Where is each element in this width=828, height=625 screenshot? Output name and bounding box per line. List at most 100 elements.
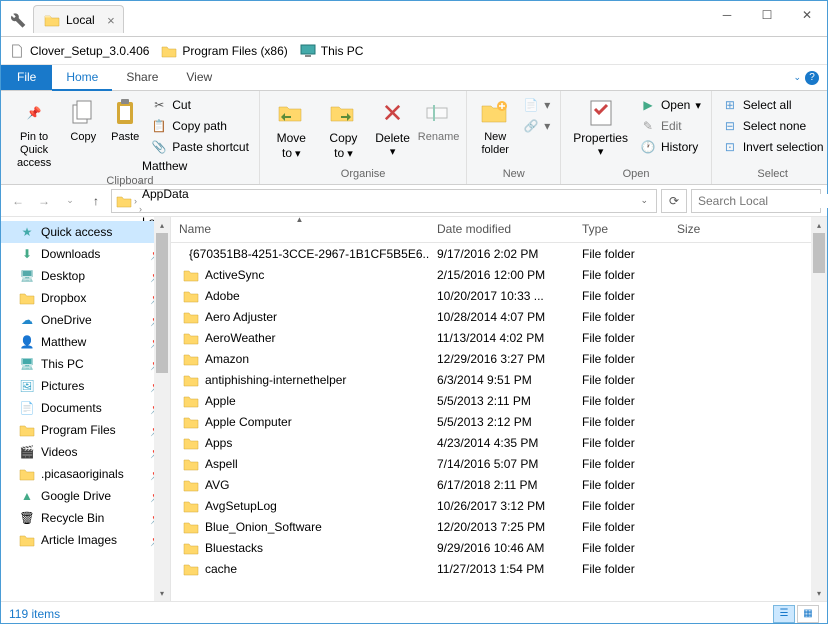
edit-button[interactable]: ✎Edit [636, 116, 705, 136]
rename-button[interactable]: Rename [417, 95, 460, 146]
select-all-button[interactable]: ⊞Select all [718, 95, 828, 115]
file-row[interactable]: AVG6/17/2018 2:11 PMFile folder [171, 474, 827, 495]
minimize-button[interactable]: ─ [707, 1, 747, 29]
column-size[interactable]: Size [669, 217, 749, 242]
wrench-icon[interactable] [7, 9, 27, 29]
close-icon[interactable]: × [107, 13, 115, 28]
folder-icon [183, 352, 199, 366]
recent-button[interactable]: ⌄ [59, 190, 81, 212]
folder-icon [183, 310, 199, 324]
folder-icon [183, 562, 199, 576]
breadcrumb-segment[interactable]: Matthew [139, 159, 192, 173]
folder-icon [183, 436, 199, 450]
easy-access-button[interactable]: 🔗▾ [519, 116, 554, 136]
nav-item[interactable]: ☁OneDrive📌 [1, 309, 170, 331]
file-row[interactable]: Blue_Onion_Software12/20/2013 7:25 PMFil… [171, 516, 827, 537]
home-tab[interactable]: Home [52, 65, 112, 91]
item-count: 119 items [9, 607, 60, 621]
search-input[interactable] [698, 194, 828, 208]
folder-icon [116, 194, 132, 208]
nav-item[interactable]: ★Quick access [1, 221, 170, 243]
nav-item[interactable]: Dropbox📌 [1, 287, 170, 309]
up-button[interactable]: ↑ [85, 190, 107, 212]
refresh-button[interactable]: ⟳ [661, 189, 687, 213]
nav-item[interactable]: 🗑Recycle Bin📌 [1, 507, 170, 529]
address-bar: ← → ⌄ ↑ › Matthew›AppData›Local› ⌄ ⟳ 🔍 [1, 185, 827, 217]
select-none-button[interactable]: ⊟Select none [718, 116, 828, 136]
paste-button[interactable]: Paste [105, 95, 145, 146]
open-button[interactable]: ▶Open ▾ [636, 95, 705, 115]
paste-shortcut-button[interactable]: 📎Paste shortcut [147, 137, 253, 157]
nav-item[interactable]: .picasaoriginals📌 [1, 463, 170, 485]
scroll-thumb[interactable] [156, 233, 168, 373]
file-row[interactable]: Bluestacks9/29/2016 10:46 AMFile folder [171, 537, 827, 558]
folder-icon [183, 499, 199, 513]
copy-to-button[interactable]: Copy to ▾ [319, 95, 369, 163]
file-row[interactable]: Adobe10/20/2017 10:33 ...File folder [171, 285, 827, 306]
folder-icon [183, 289, 199, 303]
title-bar: Local × ─ ☐ ✕ [1, 1, 827, 37]
nav-item[interactable]: Article Images📌 [1, 529, 170, 551]
icons-view-button[interactable]: ▦ [797, 605, 819, 623]
ribbon-collapse[interactable]: ⌄? [785, 65, 827, 90]
copy-button[interactable]: Copy [63, 95, 103, 146]
nav-scrollbar[interactable]: ▴ ▾ [154, 217, 170, 601]
file-row[interactable]: Apple Computer5/5/2013 2:12 PMFile folde… [171, 411, 827, 432]
breadcrumb-box[interactable]: › Matthew›AppData›Local› ⌄ [111, 189, 657, 213]
nav-item[interactable]: 📄Documents📌 [1, 397, 170, 419]
nav-item[interactable]: ⬇Downloads📌 [1, 243, 170, 265]
column-name[interactable]: ▲Name [171, 217, 429, 242]
folder-icon [183, 457, 199, 471]
share-tab[interactable]: Share [112, 65, 172, 90]
back-button[interactable]: ← [7, 190, 29, 212]
folder-icon [183, 268, 199, 282]
view-tab[interactable]: View [172, 65, 226, 90]
pin-quick-access-button[interactable]: 📌Pin to Quick access [7, 95, 61, 173]
file-row[interactable]: Amazon12/29/2016 3:27 PMFile folder [171, 348, 827, 369]
new-folder-button[interactable]: New folder [473, 95, 517, 159]
bookmark-item[interactable]: This PC [300, 44, 364, 58]
close-button[interactable]: ✕ [787, 1, 827, 29]
bookmark-item[interactable]: Clover_Setup_3.0.406 [9, 44, 149, 58]
new-item-button[interactable]: 📄▾ [519, 95, 554, 115]
invert-selection-button[interactable]: ⊡Invert selection [718, 137, 828, 157]
file-row[interactable]: Apps4/23/2014 4:35 PMFile folder [171, 432, 827, 453]
browser-tab[interactable]: Local × [33, 5, 124, 33]
address-dropdown[interactable]: ⌄ [636, 195, 652, 206]
column-date[interactable]: Date modified [429, 217, 574, 242]
bookmark-bar: Clover_Setup_3.0.406 Program Files (x86) T… [1, 37, 827, 65]
file-row[interactable]: AvgSetupLog10/26/2017 3:12 PMFile folder [171, 495, 827, 516]
file-tab[interactable]: File [1, 65, 52, 90]
copy-path-button[interactable]: 📋Copy path [147, 116, 253, 136]
nav-item[interactable]: 🖥This PC📌 [1, 353, 170, 375]
cut-button[interactable]: ✂Cut [147, 95, 253, 115]
nav-item[interactable]: 🎬Videos📌 [1, 441, 170, 463]
file-row[interactable]: Aero Adjuster10/28/2014 4:07 PMFile fold… [171, 306, 827, 327]
forward-button[interactable]: → [33, 190, 55, 212]
move-to-button[interactable]: Move to ▾ [266, 95, 317, 163]
nav-item[interactable]: ▲Google Drive📌 [1, 485, 170, 507]
bookmark-item[interactable]: Program Files (x86) [161, 44, 287, 58]
breadcrumb-segment[interactable]: AppData [139, 187, 192, 201]
list-scrollbar[interactable]: ▴ ▾ [811, 217, 827, 601]
file-row[interactable]: Apple5/5/2013 2:11 PMFile folder [171, 390, 827, 411]
maximize-button[interactable]: ☐ [747, 1, 787, 29]
delete-button[interactable]: ✕Delete ▾ [370, 95, 415, 161]
file-row[interactable]: Aspell7/14/2016 5:07 PMFile folder [171, 453, 827, 474]
column-type[interactable]: Type [574, 217, 669, 242]
file-row[interactable]: AeroWeather11/13/2014 4:02 PMFile folder [171, 327, 827, 348]
file-row[interactable]: cache11/27/2013 1:54 PMFile folder [171, 558, 827, 579]
search-box[interactable]: 🔍 [691, 189, 821, 213]
file-row[interactable]: antiphishing-internethelper6/3/2014 9:51… [171, 369, 827, 390]
details-view-button[interactable]: ☰ [773, 605, 795, 623]
nav-item[interactable]: 👤Matthew📌 [1, 331, 170, 353]
history-button[interactable]: 🕐History [636, 137, 705, 157]
nav-item[interactable]: Program Files📌 [1, 419, 170, 441]
properties-button[interactable]: Properties ▾ [567, 95, 634, 161]
nav-item[interactable]: 🖥Desktop📌 [1, 265, 170, 287]
nav-item[interactable]: 🖼Pictures📌 [1, 375, 170, 397]
folder-icon [183, 394, 199, 408]
file-row[interactable]: ActiveSync2/15/2016 12:00 PMFile folder [171, 264, 827, 285]
file-row[interactable]: {670351B8-4251-3CCE-2967-1B1CF5B5E6...9/… [171, 243, 827, 264]
scroll-thumb[interactable] [813, 233, 825, 273]
